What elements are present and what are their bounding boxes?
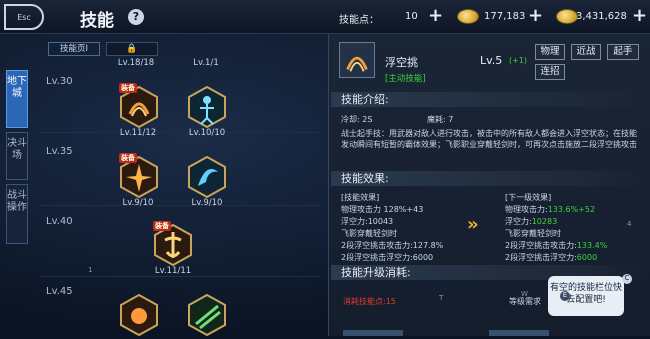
next-effect-line: 物理攻击力:133.6%+52 <box>505 204 595 215</box>
skill-points-value: 10 <box>405 11 418 22</box>
next-effect-label: 2段浮空挑击浮空力: <box>505 253 577 262</box>
skill-level: Lv.9/10 <box>122 198 154 208</box>
lock-icon: 🔒 <box>126 44 138 54</box>
tag-combo: 连招 <box>535 64 565 80</box>
marker-text: 1 <box>88 266 93 274</box>
esc-back-button[interactable]: Esc <box>4 4 44 30</box>
skills-screen: Esc 技能 ? 技能点： 10 + 177,183 + 3,431,628 +… <box>0 0 650 337</box>
next-effect-value: 133.4% <box>576 241 608 250</box>
page-title: 技能 <box>80 11 114 31</box>
next-effect-line: 2段浮空挑击浮空力:6000 <box>505 252 597 263</box>
marker-text: C <box>622 274 632 284</box>
current-effect-line: 飞影穿戴轻剑时 <box>341 229 397 238</box>
next-effect-label: 飞影穿戴轻剑时 <box>505 229 561 238</box>
question-icon[interactable]: ? <box>128 9 144 25</box>
gold-value: 177,183 <box>484 11 526 22</box>
skill-name: 浮空挑 <box>385 56 418 69</box>
row-label-lv35: Lv.35 <box>46 146 73 157</box>
next-effect-label: 浮空力: <box>505 217 532 226</box>
skill-icon[interactable] <box>186 293 228 337</box>
next-effect-value: 133.6%+52 <box>547 205 596 214</box>
skill-level: Lv.11/12 <box>119 128 157 138</box>
add-currency2-button[interactable]: + <box>632 5 647 26</box>
add-gold-button[interactable]: + <box>528 5 543 26</box>
row-label-lv30: Lv.30 <box>46 76 73 87</box>
tab-combat-control[interactable]: 战斗操作 <box>6 184 28 244</box>
locked-page-tab[interactable]: 🔒 <box>106 42 158 56</box>
next-effect-value: 6000 <box>576 253 598 262</box>
next-effect-label: 物理攻击力: <box>505 205 548 214</box>
row-label-lv40: Lv.40 <box>46 216 73 227</box>
add-skill-points-button[interactable]: + <box>428 5 443 26</box>
skill-level: Lv.1/1 <box>193 58 219 68</box>
marker-text: 4 <box>627 220 632 228</box>
next-effect-label: 2段浮空挑击攻击力: <box>505 241 577 250</box>
skill-points-label: 技能点： <box>339 15 379 26</box>
double-chevron-right-icon: » <box>467 214 479 235</box>
level-bonus: (+1) <box>509 56 528 65</box>
skill-icon[interactable] <box>186 85 228 129</box>
skill-page-tab[interactable]: 技能页Ⅰ <box>48 42 100 56</box>
gold-icon <box>457 9 479 24</box>
button-edge[interactable] <box>343 330 403 336</box>
tag-physical: 物理 <box>535 44 565 60</box>
next-effect-line: 2段浮空挑击攻击力:133.4% <box>505 240 607 251</box>
tab-duel[interactable]: 决斗场 <box>6 132 28 180</box>
skill-icon[interactable] <box>186 155 228 199</box>
row-divider <box>40 276 320 277</box>
top-bar: Esc 技能 ? 技能点： 10 + 177,183 + 3,431,628 + <box>0 0 650 34</box>
next-effect-title: [下一级效果] <box>505 193 552 202</box>
effect-header: 技能效果: <box>331 171 649 186</box>
skill-level: Lv.9/10 <box>191 198 223 208</box>
current-effect-title: [技能效果] <box>341 193 380 202</box>
tab-dungeon[interactable]: 地下城 <box>6 70 28 128</box>
skill-level: Lv.10/10 <box>188 128 226 138</box>
mana-cost: 魔耗: 7 <box>427 115 454 124</box>
current-effect-line: 浮空力:10043 <box>341 217 394 226</box>
marker-text: E <box>560 291 570 301</box>
intro-header: 技能介绍: <box>331 92 649 107</box>
currency2-value: 3,431,628 <box>576 11 627 22</box>
level-requirement: 等级需求 <box>509 297 541 306</box>
next-effect-line: 飞影穿戴轻剑时 <box>505 228 561 239</box>
tag-melee: 近战 <box>571 44 601 60</box>
selected-skill-icon <box>339 42 375 78</box>
skill-level: Lv.11/11 <box>154 266 192 276</box>
currency2-icon <box>556 9 578 24</box>
current-effect-line: 物理攻击力 128%+43 <box>341 205 424 214</box>
skill-icon[interactable] <box>118 293 160 337</box>
skill-point-cost: 消耗技能点:15 <box>343 297 396 306</box>
skill-level: Lv.18/18 <box>117 58 155 68</box>
equipped-badge: 装备 <box>119 83 137 93</box>
next-effect-value: 10283 <box>531 217 558 226</box>
row-label-lv45: Lv.45 <box>46 286 73 297</box>
cooldown: 冷却: 2S <box>341 115 373 124</box>
button-edge[interactable] <box>489 330 549 336</box>
equipped-badge: 装备 <box>119 153 137 163</box>
current-effect-line: 2段浮空挑击浮空力:6000 <box>341 253 434 262</box>
skill-description: 战士起手技：用武器对敌人进行攻击，被击中的所有敌人都会进入浮空状态；在技能发动瞬… <box>341 129 637 149</box>
skill-type: [主动技能] <box>385 74 426 84</box>
marker-text: T <box>439 294 444 302</box>
next-effect-line: 浮空力:10283 <box>505 216 557 227</box>
skill-level: Lv.5 <box>480 54 503 67</box>
current-effect-line: 2段浮空挑击攻击力:127.8% <box>341 241 444 250</box>
equipped-badge: 装备 <box>153 221 171 231</box>
tag-launcher: 起手 <box>607 44 639 60</box>
